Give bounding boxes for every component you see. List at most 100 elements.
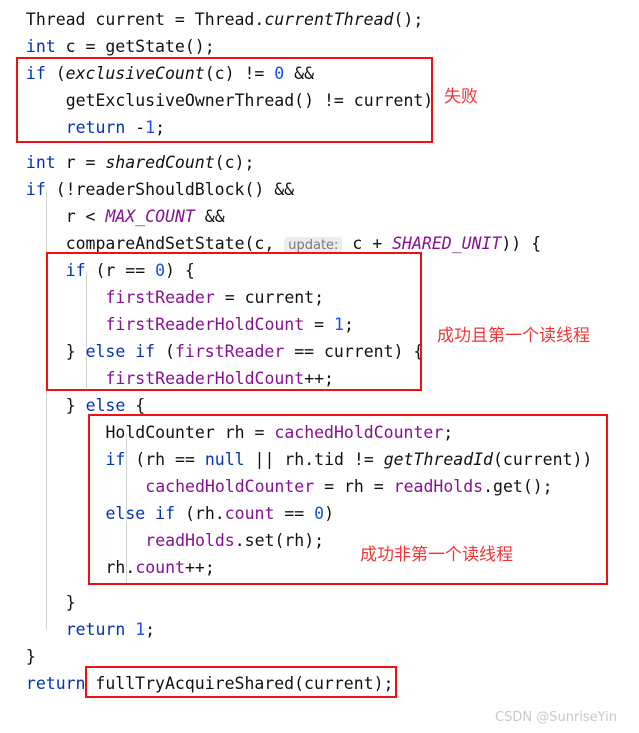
- code-token: }: [25, 647, 36, 666]
- code-token: fullTryAcquireShared(current);: [85, 674, 394, 693]
- code-token: cachedHoldCounter: [145, 477, 315, 496]
- code-line[interactable]: if (rh == null || rh.tid != getThreadId(…: [106, 446, 593, 473]
- code-token: if: [25, 64, 46, 83]
- code-line[interactable]: firstReader = current;: [106, 284, 325, 311]
- code-token: )) {: [501, 234, 542, 253]
- annotation-first-reader: 成功且第一个读线程: [437, 326, 590, 346]
- code-token: rh.: [105, 558, 136, 577]
- code-token: ;: [343, 315, 354, 334]
- indent-guide: [46, 190, 47, 630]
- code-token: = rh =: [314, 477, 394, 496]
- code-token: (c);: [214, 153, 255, 172]
- code-token: 0: [314, 504, 325, 523]
- code-token: count: [135, 558, 185, 577]
- code-line[interactable]: readHolds.set(rh);: [145, 527, 324, 554]
- code-token: getThreadId: [383, 450, 493, 469]
- code-line[interactable]: int r = sharedCount(c);: [26, 149, 255, 176]
- code-token: || rh.: [244, 450, 315, 469]
- code-line[interactable]: getExclusiveOwnerThread() != current): [66, 87, 434, 114]
- code-token: int: [25, 153, 56, 172]
- code-token: else if: [85, 342, 156, 361]
- code-token: 1: [334, 315, 344, 334]
- code-token: ): [324, 504, 335, 523]
- code-line[interactable]: return 1;: [66, 616, 155, 643]
- code-line[interactable]: if (r == 0) {: [66, 257, 195, 284]
- code-line[interactable]: cachedHoldCounter = rh = readHolds.get()…: [145, 473, 552, 500]
- code-token: cachedHoldCounter: [274, 423, 444, 442]
- code-token: if: [25, 180, 46, 199]
- code-token: firstReaderHoldCount: [105, 369, 305, 388]
- code-line[interactable]: HoldCounter rh = cachedHoldCounter;: [106, 419, 454, 446]
- code-token: ++;: [184, 558, 215, 577]
- code-token: ==: [274, 504, 315, 523]
- code-token: }: [65, 396, 86, 415]
- code-token: (current)): [493, 450, 593, 469]
- code-token: Thread current = Thread.: [25, 10, 265, 29]
- code-token: tid: [314, 450, 344, 469]
- code-token: firstReader: [174, 342, 285, 361]
- code-token: HoldCounter rh =: [105, 423, 275, 442]
- code-line[interactable]: if (exclusiveCount(c) != 0 &&: [26, 60, 314, 87]
- code-token: ;: [145, 620, 156, 639]
- code-token: return: [25, 674, 86, 693]
- code-editor-surface[interactable]: Thread current = Thread.currentThread();…: [0, 0, 639, 733]
- code-token: r =: [55, 153, 106, 172]
- code-token: {: [125, 396, 146, 415]
- code-token: }: [65, 342, 86, 361]
- code-token: (r ==: [85, 261, 156, 280]
- code-line[interactable]: r < MAX_COUNT &&: [66, 203, 225, 230]
- code-token: if: [65, 261, 86, 280]
- code-line[interactable]: }: [66, 589, 76, 616]
- code-token: ) {: [165, 261, 195, 280]
- code-line[interactable]: } else {: [66, 392, 146, 419]
- code-token: readHolds: [393, 477, 484, 496]
- code-line[interactable]: rh.count++;: [106, 554, 215, 581]
- code-token: ();: [393, 10, 424, 29]
- code-token: &&: [194, 207, 225, 226]
- code-token: (rh.: [175, 504, 225, 523]
- code-token: getExclusiveOwnerThread() != current): [65, 91, 434, 110]
- code-token: currentThread: [264, 10, 394, 29]
- code-token: ;: [443, 423, 454, 442]
- code-token: (: [45, 64, 66, 83]
- code-token: sharedCount: [105, 153, 215, 172]
- code-token: null: [204, 450, 245, 469]
- code-token: !=: [343, 450, 384, 469]
- code-token: .set(rh);: [234, 531, 325, 550]
- code-line[interactable]: Thread current = Thread.currentThread();: [26, 6, 423, 33]
- code-token: firstReader: [105, 288, 215, 307]
- code-token: MAX_COUNT: [105, 207, 195, 226]
- csdn-watermark: CSDN @SunriseYin: [495, 710, 617, 725]
- code-token: -: [125, 118, 146, 137]
- code-line[interactable]: if (!readerShouldBlock() &&: [26, 176, 294, 203]
- code-token: readHolds: [145, 531, 235, 550]
- code-token: 0: [155, 261, 166, 280]
- annotation-non-first-reader: 成功非第一个读线程: [360, 545, 513, 565]
- code-token: int: [25, 37, 56, 56]
- code-token: SHARED_UNIT: [392, 234, 502, 253]
- code-token: 1: [135, 620, 146, 639]
- code-token: = current;: [214, 288, 325, 307]
- code-token: firstReaderHoldCount: [105, 315, 305, 334]
- code-token: (!readerShouldBlock() &&: [45, 180, 295, 199]
- code-token: ;: [155, 118, 166, 137]
- code-line[interactable]: compareAndSetState(c, update: c + SHARED…: [66, 230, 541, 257]
- code-token: == current) {: [284, 342, 424, 361]
- code-token: c +: [342, 234, 393, 253]
- code-line[interactable]: return fullTryAcquireShared(current);: [26, 670, 394, 697]
- code-line[interactable]: return -1;: [66, 114, 165, 141]
- code-token: else: [85, 396, 126, 415]
- code-line[interactable]: int c = getState();: [26, 33, 215, 60]
- code-line[interactable]: firstReaderHoldCount = 1;: [106, 311, 354, 338]
- code-token: }: [65, 593, 76, 612]
- code-line[interactable]: else if (rh.count == 0): [106, 500, 335, 527]
- code-line[interactable]: firstReaderHoldCount++;: [106, 365, 335, 392]
- code-line[interactable]: } else if (firstReader == current) {: [66, 338, 424, 365]
- code-line[interactable]: }: [26, 643, 36, 670]
- code-token: return: [65, 118, 126, 137]
- code-token: ();: [184, 37, 215, 56]
- parameter-hint-badge: update:: [284, 237, 343, 254]
- code-token: compareAndSetState(c,: [65, 234, 285, 253]
- code-token: (c) !=: [204, 64, 275, 83]
